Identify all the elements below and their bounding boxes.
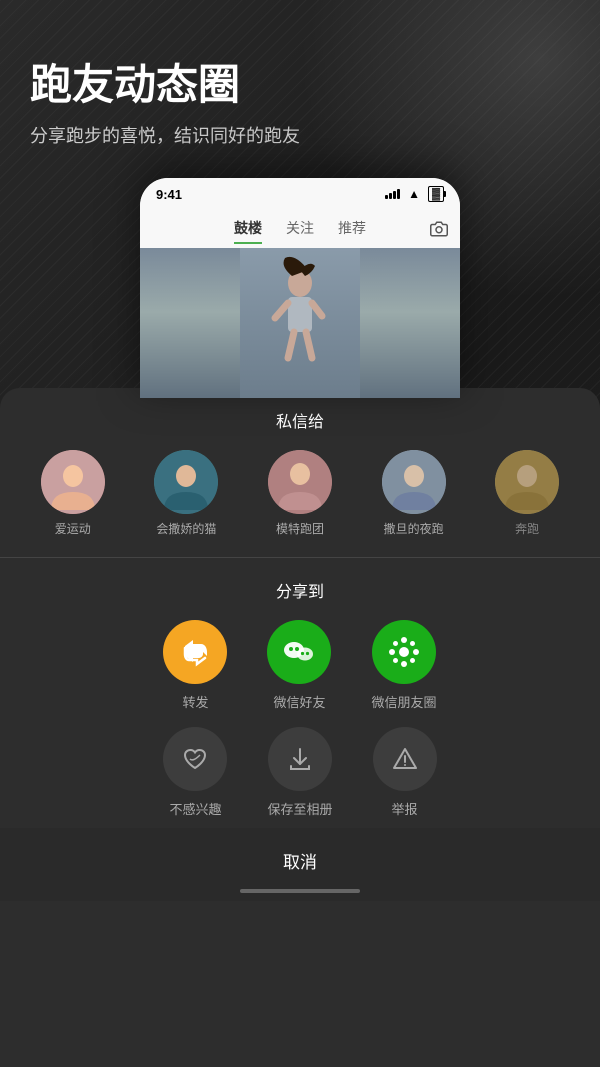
contact-item[interactable]: 爱运动 xyxy=(16,450,130,537)
phone-mockup: 9:41 ▲ ▓ 鼓楼 xyxy=(140,178,460,398)
contact-item[interactable]: 奔跑 xyxy=(470,450,584,537)
cancel-button[interactable]: 取消 xyxy=(283,844,317,877)
battery-icon: ▓ xyxy=(428,186,444,202)
home-indicator xyxy=(240,889,360,893)
contact-item[interactable]: 撒旦的夜跑 xyxy=(357,450,471,537)
page-subtitle: 分享跑步的喜悦，结识同好的跑友 xyxy=(30,122,570,148)
page-content: 跑友动态圈 分享跑步的喜悦，结识同好的跑友 9:41 ▲ ▓ xyxy=(0,0,600,1067)
contact-item[interactable]: 模特跑团 xyxy=(243,450,357,537)
wifi-icon: ▲ xyxy=(408,187,420,201)
avatar xyxy=(382,450,446,514)
signal-icon xyxy=(385,189,400,199)
phone-image-area xyxy=(140,248,460,398)
phone-status-bar: 9:41 ▲ ▓ xyxy=(140,178,460,206)
contact-name: 爱运动 xyxy=(55,520,91,537)
contact-name: 模特跑团 xyxy=(276,520,324,537)
contact-name: 撒旦的夜跑 xyxy=(384,520,444,537)
share-item-repost[interactable]: 转发 xyxy=(163,620,227,711)
wechat-icon xyxy=(267,620,331,684)
report-icon xyxy=(373,727,437,791)
contact-name: 会撒娇的猫 xyxy=(156,520,216,537)
private-message-title: 私信给 xyxy=(0,408,600,432)
tab-gulou[interactable]: 鼓楼 xyxy=(234,218,262,244)
action-label: 举报 xyxy=(391,799,417,818)
runner-figure xyxy=(240,248,360,398)
page-title: 跑友动态圈 xyxy=(30,60,570,110)
share-title: 分享到 xyxy=(0,578,600,602)
not-interested-icon xyxy=(163,727,227,791)
action-label: 不感兴趣 xyxy=(169,799,221,818)
share-icons-row: 转发 微信好友 xyxy=(0,620,600,711)
avatar xyxy=(268,450,332,514)
tab-recommend[interactable]: 推荐 xyxy=(338,218,366,244)
avatar xyxy=(154,450,218,514)
phone-status-icons: ▲ ▓ xyxy=(385,186,444,202)
share-item-moments[interactable]: 微信朋友圈 xyxy=(371,620,436,711)
action-label: 保存至相册 xyxy=(267,799,332,818)
avatar xyxy=(495,450,559,514)
camera-button[interactable] xyxy=(430,220,448,243)
tab-follow[interactable]: 关注 xyxy=(286,218,314,244)
share-item-wechat[interactable]: 微信好友 xyxy=(267,620,331,711)
contact-item[interactable]: 会撒娇的猫 xyxy=(130,450,244,537)
contacts-row: 爱运动 会撒娇的猫 模特跑团 撒旦的夜跑 xyxy=(0,450,600,537)
phone-nav: 鼓楼 关注 推荐 xyxy=(140,206,460,248)
contact-name: 奔跑 xyxy=(515,520,539,537)
share-label: 微信好友 xyxy=(273,692,325,711)
cancel-section: 取消 xyxy=(0,828,600,901)
phone-time: 9:41 xyxy=(156,187,182,202)
share-label: 转发 xyxy=(182,692,208,711)
moments-icon xyxy=(372,620,436,684)
bottom-sheet: 私信给 爱运动 会撒娇的猫 模特跑团 xyxy=(0,388,600,1067)
action-item-save[interactable]: 保存至相册 xyxy=(267,727,332,818)
action-item-not-interested[interactable]: 不感兴趣 xyxy=(163,727,227,818)
share-label: 微信朋友圈 xyxy=(371,692,436,711)
action-item-report[interactable]: 举报 xyxy=(373,727,437,818)
avatar xyxy=(41,450,105,514)
action-section: 不感兴趣 保存至相册 xyxy=(0,727,600,818)
divider xyxy=(0,557,600,558)
save-icon xyxy=(268,727,332,791)
repost-icon xyxy=(163,620,227,684)
header-section: 跑友动态圈 分享跑步的喜悦，结识同好的跑友 xyxy=(0,0,600,168)
